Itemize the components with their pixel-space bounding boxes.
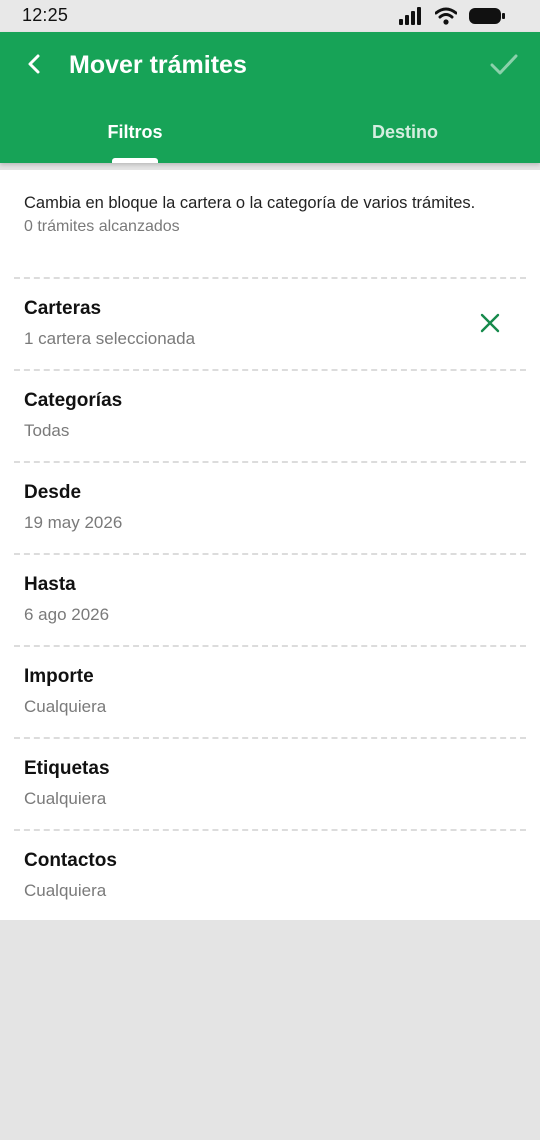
filter-row-importe[interactable]: Importe Cualquiera xyxy=(0,645,540,737)
filter-value: Cualquiera xyxy=(24,789,107,808)
intro-text: Cambia en bloque la cartera o la categor… xyxy=(24,194,476,212)
filter-title: Importe xyxy=(24,666,94,687)
filter-value: Todas xyxy=(24,421,70,440)
tab-label: Filtros xyxy=(107,122,163,142)
filter-row-categorias[interactable]: Categorías Todas xyxy=(0,369,540,461)
filters-panel: Cambia en bloque la cartera o la categor… xyxy=(0,170,540,920)
divider xyxy=(14,645,526,647)
divider xyxy=(14,737,526,739)
chevron-left-icon xyxy=(26,53,42,80)
clear-filter-button[interactable] xyxy=(478,311,502,335)
divider xyxy=(14,553,526,555)
status-time: 12:25 xyxy=(22,5,69,25)
filter-value: 6 ago 2026 xyxy=(24,605,110,624)
filter-row-desde[interactable]: Desde 19 may 2026 xyxy=(0,461,540,553)
signal-icon xyxy=(399,7,423,25)
filter-value: Cualquiera xyxy=(24,881,107,900)
filter-value: 1 cartera seleccionada xyxy=(24,329,196,348)
tab-indicator xyxy=(112,158,158,163)
status-bar: 12:25 xyxy=(0,0,540,32)
filter-title: Contactos xyxy=(24,850,117,871)
divider xyxy=(14,369,526,371)
close-icon xyxy=(478,313,502,339)
filter-row-carteras[interactable]: Carteras 1 cartera seleccionada xyxy=(0,277,540,369)
page-title: Mover trámites xyxy=(69,51,247,79)
filter-title: Hasta xyxy=(24,574,76,595)
divider xyxy=(14,461,526,463)
app-bar: Mover trámites Filtros Destino xyxy=(0,32,540,163)
affected-count: 0 trámites alcanzados xyxy=(24,218,180,235)
tab-destino[interactable]: Destino xyxy=(270,111,540,163)
confirm-button[interactable] xyxy=(484,50,524,84)
tab-label: Destino xyxy=(371,122,438,142)
divider xyxy=(14,829,526,831)
filter-title: Carteras xyxy=(24,298,102,319)
wifi-icon xyxy=(434,7,458,25)
battery-icon xyxy=(469,7,505,25)
intro: Cambia en bloque la cartera o la categor… xyxy=(24,192,494,236)
filter-value: 19 may 2026 xyxy=(24,513,123,532)
filter-title: Etiquetas xyxy=(24,758,110,779)
divider xyxy=(14,277,526,279)
filter-row-hasta[interactable]: Hasta 6 ago 2026 xyxy=(0,553,540,645)
back-button[interactable] xyxy=(16,46,52,86)
filter-value: Cualquiera xyxy=(24,697,107,716)
filter-title: Desde xyxy=(24,482,82,503)
filter-title: Categorías xyxy=(24,390,123,411)
status-icons xyxy=(399,6,505,26)
tab-filtros[interactable]: Filtros xyxy=(0,111,270,163)
check-icon xyxy=(489,53,519,82)
filter-row-contactos[interactable]: Contactos Cualquiera xyxy=(0,829,540,921)
filter-row-etiquetas[interactable]: Etiquetas Cualquiera xyxy=(0,737,540,829)
